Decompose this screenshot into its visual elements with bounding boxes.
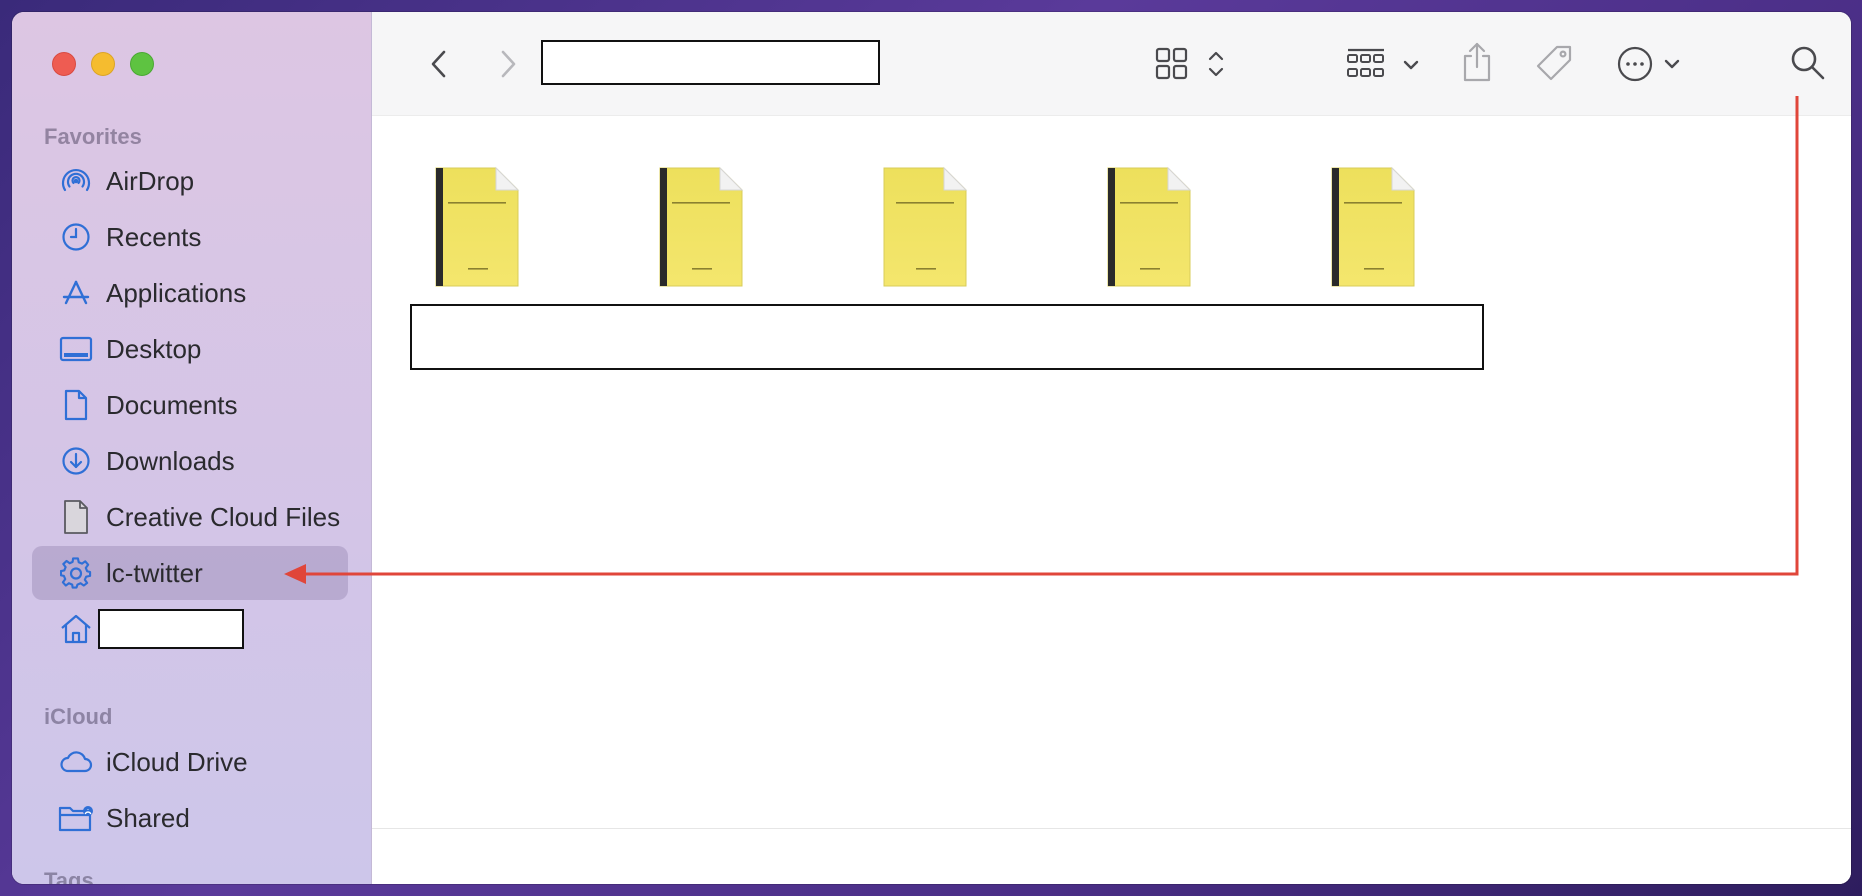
file-item[interactable] <box>1106 166 1192 287</box>
document-thumbnail-icon <box>1331 166 1416 287</box>
sidebar-item-label: iCloud Drive <box>106 746 248 777</box>
shared-folder-icon <box>58 800 94 836</box>
favorites-heading: Favorites <box>44 124 142 149</box>
group-grid-icon <box>1347 48 1419 77</box>
sidebar-item-shared[interactable]: Shared <box>32 791 348 845</box>
file-icon <box>58 499 94 535</box>
chevron-left-icon <box>431 50 446 78</box>
minimize-window-button[interactable] <box>91 52 115 76</box>
sidebar-item-label: Desktop <box>106 333 202 364</box>
applications-icon <box>58 275 94 311</box>
redacted-home-label <box>98 609 244 649</box>
airdrop-icon <box>58 163 94 199</box>
window-controls <box>52 52 154 76</box>
sidebar-item-home[interactable] <box>32 602 348 656</box>
tag-button[interactable] <box>1532 42 1576 86</box>
icloud-heading: iCloud <box>44 704 113 729</box>
sidebar-item-label: lc-twitter <box>106 557 203 588</box>
zoom-window-button[interactable] <box>130 52 154 76</box>
document-thumbnail-icon <box>659 166 744 287</box>
chevron-right-icon <box>501 50 516 78</box>
view-mode-button[interactable] <box>1155 46 1241 82</box>
sidebar-item-documents[interactable]: Documents <box>32 378 348 432</box>
document-thumbnail-icon <box>883 166 968 287</box>
finder-window: Favorites AirDrop Recents Applications D… <box>12 12 1851 884</box>
sidebar: Favorites AirDrop Recents Applications D… <box>12 12 372 884</box>
desktop-icon <box>58 331 94 367</box>
more-actions-button[interactable] <box>1617 44 1689 84</box>
file-item[interactable] <box>882 166 968 287</box>
share-icon <box>1463 42 1491 82</box>
search-icon <box>1791 46 1825 80</box>
search-button[interactable] <box>1787 42 1829 84</box>
sidebar-item-creative-cloud-files[interactable]: Creative Cloud Files <box>32 490 348 544</box>
window-title-redacted <box>541 40 880 85</box>
sidebar-item-label: AirDrop <box>106 165 195 196</box>
share-button[interactable] <box>1457 38 1497 86</box>
close-window-button[interactable] <box>52 52 76 76</box>
home-icon <box>58 611 94 647</box>
status-bar <box>372 828 1851 884</box>
document-thumbnail-icon <box>1107 166 1192 287</box>
tags-heading: Tags <box>44 868 94 884</box>
sidebar-item-desktop[interactable]: Desktop <box>32 322 348 376</box>
sidebar-item-label: Shared <box>106 802 190 833</box>
sidebar-item-label: Recents <box>106 221 202 252</box>
file-item[interactable] <box>658 166 744 287</box>
download-icon <box>58 443 94 479</box>
ellipsis-circle-icon <box>1617 46 1680 82</box>
redacted-file-names <box>410 304 1484 370</box>
sidebar-item-label: Downloads <box>106 445 235 476</box>
clock-icon <box>58 219 94 255</box>
sidebar-item-label: Documents <box>106 389 238 420</box>
toolbar <box>372 12 1851 116</box>
sidebar-item-downloads[interactable]: Downloads <box>32 434 348 488</box>
sidebar-item-label: Creative Cloud Files <box>106 501 341 532</box>
sidebar-item-label: Applications <box>106 277 247 308</box>
group-by-button[interactable] <box>1346 46 1436 82</box>
sidebar-item-recents[interactable]: Recents <box>32 210 348 264</box>
sidebar-item-lc-twitter[interactable]: lc-twitter <box>32 546 348 600</box>
file-item[interactable] <box>1330 166 1416 287</box>
gear-icon <box>58 555 94 591</box>
forward-button[interactable] <box>493 48 523 80</box>
tag-icon <box>1536 45 1572 81</box>
sidebar-item-applications[interactable]: Applications <box>32 266 348 320</box>
document-thumbnail-icon <box>435 166 520 287</box>
sidebar-item-icloud-drive[interactable]: iCloud Drive <box>32 735 348 789</box>
document-icon <box>58 387 94 423</box>
file-item[interactable] <box>434 166 520 287</box>
grid-view-icon <box>1155 47 1224 80</box>
sidebar-item-airdrop[interactable]: AirDrop <box>32 154 348 208</box>
cloud-icon <box>58 744 94 780</box>
back-button[interactable] <box>424 48 454 80</box>
